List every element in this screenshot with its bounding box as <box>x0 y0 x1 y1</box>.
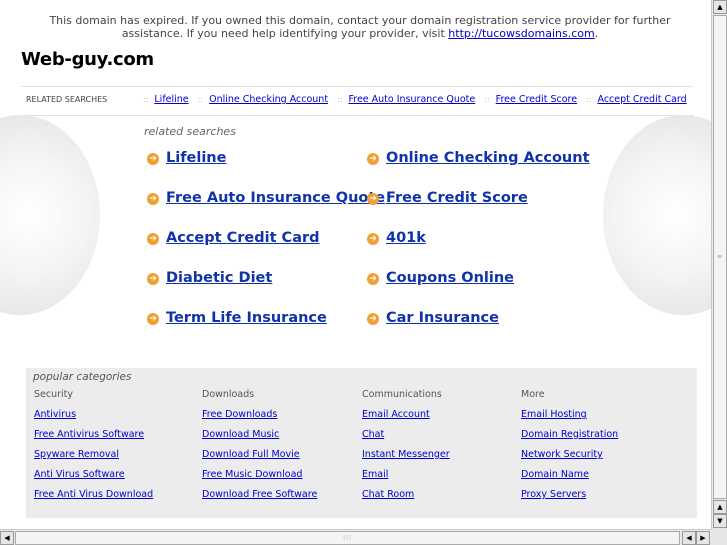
category-link[interactable]: Antivirus <box>34 409 153 420</box>
category-link[interactable]: Free Anti Virus Download <box>34 489 153 500</box>
category-link[interactable]: Email Hosting <box>521 409 618 420</box>
category-title: More <box>521 389 545 400</box>
grip-icon: ⁞⁞⁞ <box>343 534 352 542</box>
category-column-more: More Email Hosting Domain Registration N… <box>521 389 618 509</box>
orange-arrow-icon: ➔ <box>147 233 159 245</box>
orange-arrow-icon: ➔ <box>147 273 159 285</box>
orange-arrow-icon: ➔ <box>367 313 379 325</box>
related-search-link[interactable]: Online Checking Account <box>386 150 590 166</box>
expired-notice: This domain has expired. If you owned th… <box>20 14 700 40</box>
related-search-item[interactable]: ➔ Diabetic Diet <box>147 270 272 286</box>
category-column-security: Security Antivirus Free Antivirus Softwa… <box>34 389 153 509</box>
related-search-item[interactable]: ➔ Online Checking Account <box>367 150 590 166</box>
vertical-scrollbar[interactable]: ▲ ≡ ▲ ▼ <box>711 0 727 529</box>
category-link[interactable]: Domain Registration <box>521 429 618 440</box>
related-search-item[interactable]: ➔ 401k <box>367 230 426 246</box>
category-link[interactable]: Free Music Download <box>202 469 317 480</box>
category-link[interactable]: Anti Virus Software <box>34 469 153 480</box>
horizontal-scroll-thumb[interactable]: ⁞⁞⁞ <box>15 531 680 545</box>
page: This domain has expired. If you owned th… <box>0 0 711 529</box>
scroll-left-arrow-icon[interactable]: ◀ <box>0 531 14 545</box>
decorative-left-circle <box>0 115 100 315</box>
category-link[interactable]: Chat <box>362 429 450 440</box>
category-link[interactable]: Free Antivirus Software <box>34 429 153 440</box>
category-link[interactable]: Download Full Movie <box>202 449 317 460</box>
category-link[interactable]: Download Free Software <box>202 489 317 500</box>
decorative-right-circle <box>603 115 711 315</box>
category-link[interactable]: Download Music <box>202 429 317 440</box>
bar-separator: :: <box>586 95 592 104</box>
related-search-item[interactable]: ➔ Car Insurance <box>367 310 499 326</box>
orange-arrow-icon: ➔ <box>147 153 159 165</box>
bar-link[interactable]: Online Checking Account <box>209 94 328 105</box>
bar-separator: :: <box>143 95 149 104</box>
scroll-up-arrow-icon[interactable]: ▲ <box>713 500 727 514</box>
related-search-item[interactable]: ➔ Free Auto Insurance Quote <box>147 190 385 206</box>
category-title: Downloads <box>202 389 255 400</box>
category-link[interactable]: Chat Room <box>362 489 450 500</box>
related-search-link[interactable]: Free Credit Score <box>386 190 528 206</box>
bar-separator: :: <box>484 95 490 104</box>
related-search-link[interactable]: Diabetic Diet <box>166 270 272 286</box>
popular-categories: popular categories Security Antivirus Fr… <box>26 368 697 518</box>
orange-arrow-icon: ➔ <box>367 233 379 245</box>
related-search-link[interactable]: 401k <box>386 230 426 246</box>
related-searches-bar: RELATED SEARCHES :: Lifeline :: Online Che… <box>21 86 693 116</box>
scroll-down-arrow-icon[interactable]: ▼ <box>713 514 727 528</box>
category-column-downloads: Downloads Free Downloads Download Music … <box>202 389 317 509</box>
related-bar-links: :: Lifeline :: Online Checking Account :: F… <box>143 94 687 105</box>
category-link[interactable]: Network Security <box>521 449 618 460</box>
site-title: Web-guy.com <box>21 49 154 70</box>
related-search-item[interactable]: ➔ Coupons Online <box>367 270 514 286</box>
related-search-link[interactable]: Accept Credit Card <box>166 230 320 246</box>
category-link[interactable]: Instant Messenger <box>362 449 450 460</box>
category-link[interactable]: Email Account <box>362 409 450 420</box>
notice-tail: . <box>594 27 599 40</box>
category-link[interactable]: Domain Name <box>521 469 618 480</box>
popular-categories-heading: popular categories <box>33 371 132 383</box>
bar-link[interactable]: Lifeline <box>154 94 188 105</box>
scroll-left-arrow-icon[interactable]: ◀ <box>682 531 696 545</box>
related-search-item[interactable]: ➔ Lifeline <box>147 150 226 166</box>
bar-link[interactable]: Free Credit Score <box>496 94 577 105</box>
vertical-scroll-thumb[interactable]: ≡ <box>713 15 727 499</box>
orange-arrow-icon: ➔ <box>147 193 159 205</box>
bar-separator: :: <box>337 95 343 104</box>
related-searches-heading: related searches <box>144 125 236 138</box>
category-link[interactable]: Email <box>362 469 450 480</box>
scroll-right-arrow-icon[interactable]: ▶ <box>696 531 710 545</box>
category-link[interactable]: Free Downloads <box>202 409 317 420</box>
category-column-communications: Communications Email Account Chat Instan… <box>362 389 450 509</box>
category-link[interactable]: Spyware Removal <box>34 449 153 460</box>
related-search-link[interactable]: Free Auto Insurance Quote <box>166 190 385 206</box>
bar-link[interactable]: Free Auto Insurance Quote <box>348 94 475 105</box>
horizontal-scrollbar[interactable]: ◀ ⁞⁞⁞ ◀ ▶ <box>0 529 711 545</box>
category-link[interactable]: Proxy Servers <box>521 489 618 500</box>
category-title: Security <box>34 389 74 400</box>
related-search-item[interactable]: ➔ Accept Credit Card <box>147 230 320 246</box>
related-search-link[interactable]: Lifeline <box>166 150 226 166</box>
related-bar-label: RELATED SEARCHES <box>26 95 108 104</box>
notice-link[interactable]: http://tucowsdomains.com <box>448 27 594 40</box>
related-search-item[interactable]: ➔ Term Life Insurance <box>147 310 327 326</box>
category-title: Communications <box>362 389 442 400</box>
scroll-up-arrow-icon[interactable]: ▲ <box>713 0 727 14</box>
orange-arrow-icon: ➔ <box>147 313 159 325</box>
related-search-link[interactable]: Term Life Insurance <box>166 310 327 326</box>
grip-icon: ≡ <box>716 253 724 261</box>
related-search-link[interactable]: Coupons Online <box>386 270 514 286</box>
bar-separator: :: <box>197 95 204 104</box>
orange-arrow-icon: ➔ <box>367 193 379 205</box>
scrollbar-corner <box>711 529 727 545</box>
orange-arrow-icon: ➔ <box>367 273 379 285</box>
related-search-item[interactable]: ➔ Free Credit Score <box>367 190 528 206</box>
bar-link[interactable]: Accept Credit Card <box>597 94 686 105</box>
orange-arrow-icon: ➔ <box>367 153 379 165</box>
related-search-link[interactable]: Car Insurance <box>386 310 499 326</box>
